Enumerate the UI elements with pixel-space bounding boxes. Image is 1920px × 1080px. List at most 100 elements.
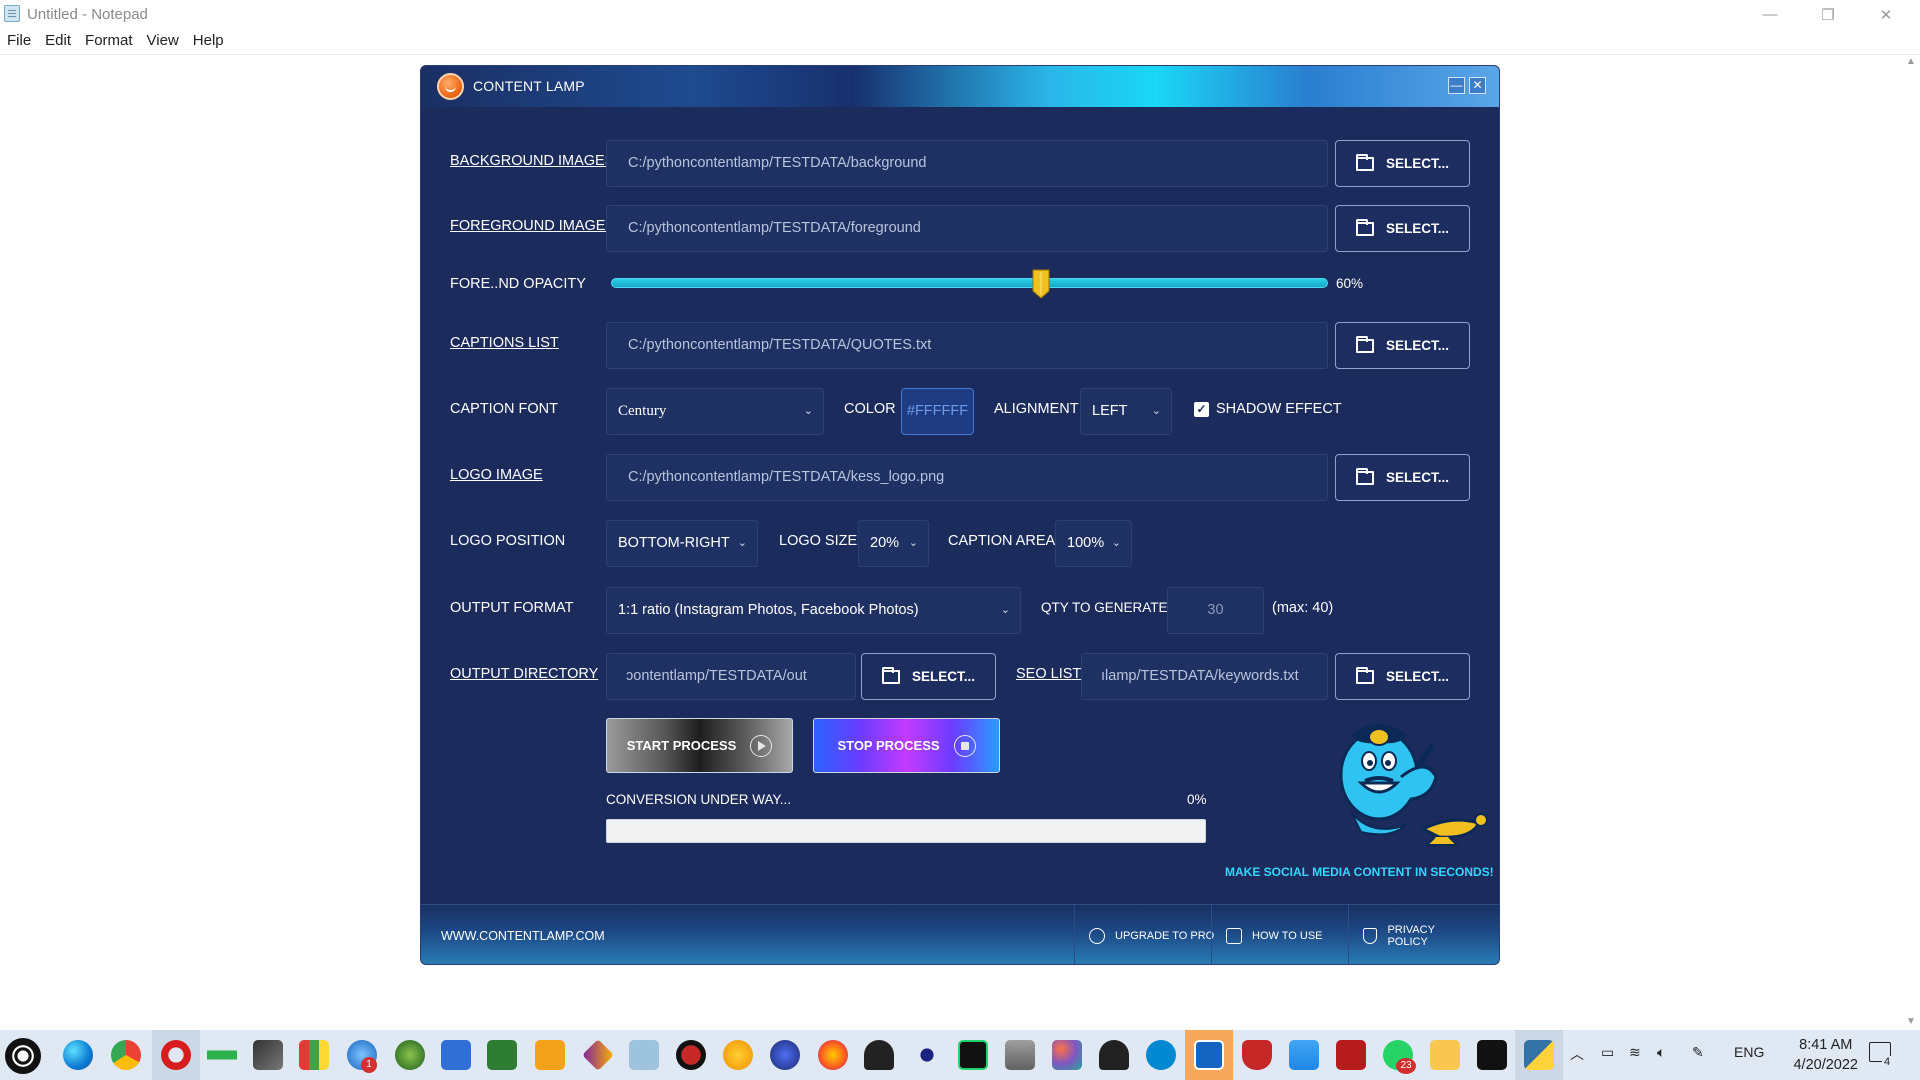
website-link[interactable]: WWW.CONTENTLAMP.COM [441, 929, 605, 943]
captions-list-link[interactable]: CAPTIONS LIST [450, 335, 559, 351]
paint-icon[interactable] [1052, 1040, 1082, 1070]
stop-process-button[interactable]: STOP PROCESS [813, 718, 1000, 773]
firefox-icon[interactable] [818, 1040, 848, 1070]
logo-image-link[interactable]: LOGO IMAGE [450, 467, 543, 483]
alignment-value: LEFT [1092, 403, 1128, 419]
opacity-slider[interactable] [611, 278, 1328, 288]
start-button[interactable] [5, 1038, 41, 1074]
sublime-icon[interactable] [535, 1040, 565, 1070]
logo-size-select[interactable]: 20% ⌄ [858, 520, 929, 567]
pen-icon[interactable]: ✎ [1692, 1044, 1704, 1061]
caption-font-label: CAPTION FONT [450, 401, 558, 417]
close-button[interactable]: ✕ [1857, 0, 1915, 29]
menu-file[interactable]: File [0, 31, 38, 53]
volume-icon[interactable]: 🔈︎ [1657, 1044, 1665, 1061]
scroll-down-icon[interactable]: ▼ [1902, 1016, 1920, 1027]
folder-icon [1355, 335, 1374, 353]
privacy-policy-link[interactable]: PRIVACY POLICY [1348, 905, 1499, 964]
file-explorer-icon[interactable] [1430, 1040, 1460, 1070]
edge-icon[interactable] [63, 1040, 93, 1070]
captions-select-button[interactable]: SELECT... [1335, 322, 1470, 369]
qty-input[interactable]: 30 [1167, 587, 1264, 634]
terminal-icon[interactable] [1477, 1040, 1507, 1070]
foreground-select-button[interactable]: SELECT... [1335, 205, 1470, 252]
menu-help[interactable]: Help [186, 31, 231, 53]
skype-icon[interactable] [1146, 1040, 1176, 1070]
foreground-images-field[interactable]: C:/pythoncontentlamp/TESTDATA/foreground [606, 205, 1328, 252]
pen-tool-icon[interactable] [253, 1040, 283, 1070]
record-icon[interactable] [676, 1040, 706, 1070]
app-minimize-button[interactable]: — [1448, 77, 1465, 94]
printer-icon[interactable] [1005, 1040, 1035, 1070]
how-to-use-link[interactable]: HOW TO USE [1211, 905, 1337, 964]
globe-app-icon[interactable] [395, 1040, 425, 1070]
output-directory-select-button[interactable]: SELECT... [861, 653, 996, 700]
logo-select-button[interactable]: SELECT... [1335, 454, 1470, 501]
logo-position-label: LOGO POSITION [450, 533, 566, 549]
alignment-select[interactable]: LEFT ⌄ [1080, 388, 1172, 435]
seo-list-field[interactable]: ılamp/TESTDATA/keywords.txt [1081, 653, 1328, 700]
active-app-icon[interactable] [1194, 1040, 1224, 1070]
color-input[interactable]: #FFFFFF [901, 388, 974, 435]
battery-icon[interactable]: ▭ [1601, 1044, 1614, 1061]
foreground-images-link[interactable]: FOREGROUND IMAGES [450, 218, 615, 234]
caption-font-select[interactable]: Century ⌄ [606, 388, 824, 435]
vpn-lock-icon[interactable] [864, 1040, 894, 1070]
maximize-button[interactable]: ❐ [1799, 0, 1857, 29]
vpn-icon[interactable] [1099, 1040, 1129, 1070]
notepad-taskbar-icon[interactable] [629, 1040, 659, 1070]
logo-position-select[interactable]: BOTTOM-RIGHT ⌄ [606, 520, 758, 567]
seo-list-link[interactable]: SEO LIST [1016, 666, 1081, 682]
captions-list-field[interactable]: C:/pythoncontentlamp/TESTDATA/QUOTES.txt [606, 322, 1328, 369]
chevron-down-icon: ⌄ [908, 537, 918, 549]
content-lamp-logo-icon [437, 73, 464, 100]
select-label: SELECT... [1385, 338, 1449, 353]
folder-icon [1355, 666, 1374, 684]
photos-icon[interactable] [1289, 1040, 1319, 1070]
folder-icon [1355, 467, 1374, 485]
notepad-scrollbar[interactable]: ▲ ▼ [1902, 54, 1920, 1029]
menu-edit[interactable]: Edit [38, 31, 78, 53]
menu-format[interactable]: Format [78, 31, 140, 53]
wifi-icon[interactable]: ≋ [1629, 1044, 1641, 1061]
opacity-slider-thumb[interactable] [1032, 269, 1050, 299]
upgrade-to-pro-link[interactable]: UPGRADE TO PRO [1074, 905, 1228, 964]
diamond-app-icon[interactable] [582, 1039, 614, 1071]
output-format-select[interactable]: 1:1 ratio (Instagram Photos, Facebook Ph… [606, 587, 1021, 634]
opera-icon[interactable] [161, 1040, 191, 1070]
plus-app-icon[interactable] [207, 1040, 237, 1070]
pycharm-icon[interactable] [958, 1040, 988, 1070]
office-icon[interactable] [299, 1040, 329, 1070]
mail-badge: 1 [361, 1057, 377, 1073]
language-indicator[interactable]: ENG [1734, 1044, 1764, 1060]
spreadsheet-icon[interactable] [487, 1040, 517, 1070]
tray-chevron-up-icon[interactable]: ︿ [1570, 1044, 1584, 1064]
clock[interactable]: 8:41 AM 4/20/2022 [1793, 1035, 1858, 1075]
editor-icon[interactable] [912, 1040, 942, 1070]
start-process-button[interactable]: START PROCESS [606, 718, 793, 773]
background-select-button[interactable]: SELECT... [1335, 140, 1470, 187]
brave-icon[interactable] [1242, 1040, 1272, 1070]
python-icon[interactable] [1524, 1040, 1554, 1070]
app-close-button[interactable]: ✕ [1469, 77, 1486, 94]
caption-area-select[interactable]: 100% ⌄ [1055, 520, 1132, 567]
output-directory-link[interactable]: OUTPUT DIRECTORY [450, 666, 598, 682]
acrobat-icon[interactable] [1336, 1040, 1366, 1070]
menu-view[interactable]: View [140, 31, 186, 53]
chrome-icon[interactable] [111, 1040, 141, 1070]
background-images-field[interactable]: C:/pythoncontentlamp/TESTDATA/background [606, 140, 1328, 187]
moon-app-icon[interactable] [770, 1040, 800, 1070]
start-process-label: START PROCESS [626, 738, 737, 753]
shadow-effect-checkbox[interactable]: ✓ [1194, 402, 1209, 417]
background-images-link[interactable]: BACKGROUND IMAGES [450, 153, 614, 169]
select-label: SELECT... [911, 669, 975, 684]
output-directory-field[interactable]: ɔontentlamp/TESTDATA/out [606, 653, 856, 700]
logo-image-field[interactable]: C:/pythoncontentlamp/TESTDATA/kess_logo.… [606, 454, 1328, 501]
coin-icon[interactable] [723, 1040, 753, 1070]
calendar-icon[interactable] [441, 1040, 471, 1070]
window-title: Untitled - Notepad [27, 6, 148, 23]
output-format-label: OUTPUT FORMAT [450, 600, 574, 616]
minimize-button[interactable]: — [1741, 0, 1799, 29]
seo-list-select-button[interactable]: SELECT... [1335, 653, 1470, 700]
scroll-up-icon[interactable]: ▲ [1902, 56, 1920, 67]
